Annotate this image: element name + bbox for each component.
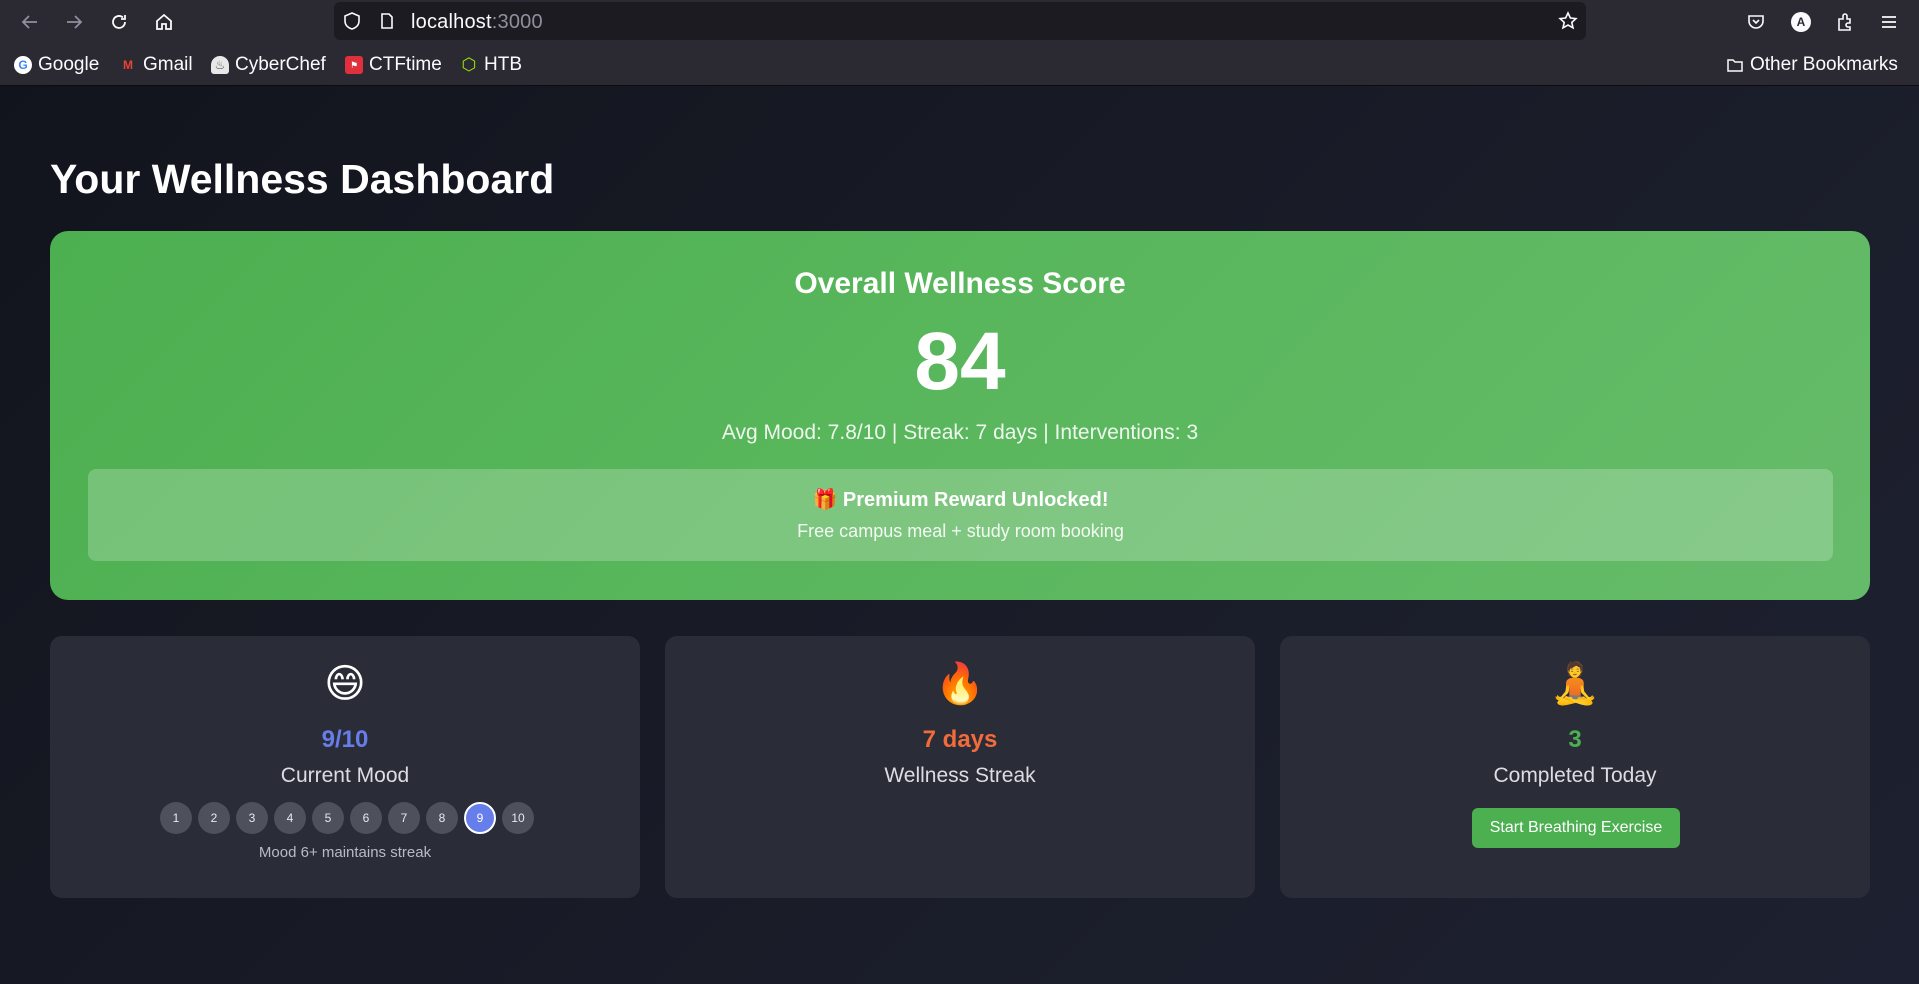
streak-label: Wellness Streak (884, 764, 1036, 787)
page-content: Your Wellness Dashboard Overall Wellness… (0, 86, 1919, 984)
forward-icon[interactable] (56, 4, 92, 40)
bookmark-google[interactable]: G Google (14, 54, 99, 76)
completed-label: Completed Today (1493, 764, 1657, 787)
score-heading: Overall Wellness Score (794, 267, 1126, 300)
mood-option-2[interactable]: 2 (198, 802, 230, 834)
bookmark-ctftime[interactable]: ⚑ CTFtime (345, 54, 442, 76)
chef-hat-icon: ♨ (211, 56, 229, 74)
bookmark-label: CyberChef (235, 54, 326, 75)
fire-emoji-icon: 🔥 (935, 662, 985, 706)
pocket-icon[interactable] (1745, 11, 1767, 33)
mood-value: 9/10 (321, 726, 369, 753)
back-icon[interactable] (12, 4, 48, 40)
meditation-emoji-icon: 🧘 (1550, 662, 1600, 706)
htb-cube-icon: ⬡ (461, 55, 477, 74)
mood-note: Mood 6+ maintains streak (258, 844, 432, 861)
account-avatar: A (1791, 12, 1811, 32)
browser-toolbar: localhost:3000 A (0, 0, 1919, 44)
bookmark-htb[interactable]: ⬡ HTB (460, 54, 522, 76)
mood-option-1[interactable]: 1 (160, 802, 192, 834)
ctftime-icon: ⚑ (345, 56, 363, 74)
other-bookmarks[interactable]: Other Bookmarks (1726, 54, 1898, 76)
score-stats: Avg Mood: 7.8/10 | Streak: 7 days | Inte… (721, 421, 1199, 444)
menu-icon[interactable] (1878, 11, 1900, 33)
url-text[interactable]: localhost:3000 (411, 11, 543, 34)
reward-banner: 🎁 Premium Reward Unlocked! Free campus m… (88, 469, 1833, 561)
bookmark-label: CTFtime (369, 54, 442, 75)
google-icon: G (14, 56, 32, 74)
reward-title: 🎁 Premium Reward Unlocked! (812, 489, 1109, 511)
mood-option-8[interactable]: 8 (426, 802, 458, 834)
streak-value: 7 days (922, 726, 998, 753)
completed-value: 3 (1568, 726, 1582, 753)
other-bookmarks-label: Other Bookmarks (1750, 54, 1898, 75)
bookmark-cyberchef[interactable]: ♨ CyberChef (211, 54, 326, 76)
mood-label: Current Mood (280, 764, 410, 787)
mood-option-6[interactable]: 6 (350, 802, 382, 834)
bookmark-label: Gmail (143, 54, 193, 75)
smile-emoji-icon: 😄 (324, 662, 366, 706)
url-host: localhost (411, 11, 492, 33)
bookmark-label: HTB (484, 54, 522, 75)
wellness-score-card: Overall Wellness Score 84 Avg Mood: 7.8/… (50, 231, 1870, 600)
mood-selector: 1 2 3 4 5 6 7 8 9 10 (160, 802, 534, 834)
bookmark-gmail[interactable]: M Gmail (119, 54, 193, 76)
home-icon[interactable] (146, 4, 182, 40)
extensions-icon[interactable] (1834, 11, 1856, 33)
mood-option-7[interactable]: 7 (388, 802, 420, 834)
url-port: :3000 (491, 11, 543, 33)
folder-icon (1727, 59, 1743, 72)
completed-card: 🧘 3 Completed Today Start Breathing Exer… (1280, 636, 1870, 898)
bookmark-label: Google (38, 54, 100, 75)
gmail-icon: M (123, 58, 133, 72)
start-breathing-button[interactable]: Start Breathing Exercise (1472, 808, 1680, 848)
reload-icon[interactable] (101, 4, 137, 40)
mood-option-9[interactable]: 9 (464, 802, 496, 834)
page-info-icon[interactable] (378, 12, 396, 30)
url-bar[interactable]: localhost:3000 (334, 2, 1586, 40)
bookmarks-bar: G Google M Gmail ♨ CyberChef ⚑ CTFtime ⬡… (0, 44, 1919, 86)
mood-card: 😄 9/10 Current Mood 1 2 3 4 5 6 7 8 9 10… (50, 636, 640, 898)
bookmark-star-icon[interactable] (1558, 11, 1578, 31)
mood-option-10[interactable]: 10 (502, 802, 534, 834)
mood-option-3[interactable]: 3 (236, 802, 268, 834)
page-title: Your Wellness Dashboard (50, 156, 555, 202)
streak-card: 🔥 7 days Wellness Streak (665, 636, 1255, 898)
shield-icon[interactable] (342, 11, 362, 31)
reward-subtitle: Free campus meal + study room booking (797, 521, 1124, 541)
score-value: 84 (914, 316, 1006, 407)
account-icon[interactable]: A (1790, 11, 1812, 33)
mood-option-5[interactable]: 5 (312, 802, 344, 834)
mood-option-4[interactable]: 4 (274, 802, 306, 834)
